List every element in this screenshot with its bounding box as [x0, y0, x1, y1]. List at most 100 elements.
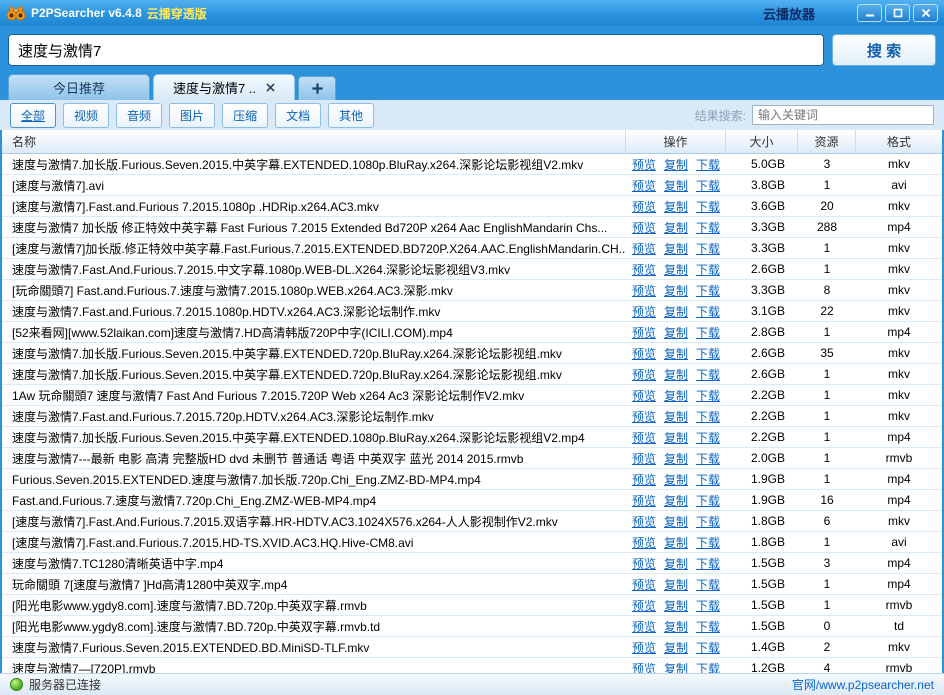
- maximize-button[interactable]: [885, 4, 910, 22]
- preview-link[interactable]: 预览: [632, 618, 656, 635]
- header-actions[interactable]: 操作: [626, 130, 726, 153]
- download-link[interactable]: 下载: [696, 618, 720, 635]
- download-link[interactable]: 下载: [696, 387, 720, 404]
- table-row[interactable]: 速度与激情7.Fast.And.Furious.7.2015.中文字幕.1080…: [2, 259, 942, 280]
- preview-link[interactable]: 预览: [632, 177, 656, 194]
- copy-link[interactable]: 复制: [664, 639, 688, 656]
- download-link[interactable]: 下载: [696, 261, 720, 278]
- filter-video[interactable]: 视频: [63, 103, 109, 128]
- preview-link[interactable]: 预览: [632, 513, 656, 530]
- copy-link[interactable]: 复制: [664, 240, 688, 257]
- minimize-button[interactable]: [857, 4, 882, 22]
- table-row[interactable]: 速度与激情7.加长版.Furious.Seven.2015.中英字幕.EXTEN…: [2, 154, 942, 175]
- download-link[interactable]: 下载: [696, 576, 720, 593]
- table-row[interactable]: 速度与激情7.加长版.Furious.Seven.2015.中英字幕.EXTEN…: [2, 343, 942, 364]
- table-row[interactable]: [速度与激情7].Fast.And.Furious.7.2015.双语字幕.HR…: [2, 511, 942, 532]
- table-row[interactable]: 速度与激情7---最新 电影 高清 完整版HD dvd 未删节 普通话 粤语 中…: [2, 448, 942, 469]
- copy-link[interactable]: 复制: [664, 156, 688, 173]
- preview-link[interactable]: 预览: [632, 429, 656, 446]
- copy-link[interactable]: 复制: [664, 576, 688, 593]
- copy-link[interactable]: 复制: [664, 303, 688, 320]
- download-link[interactable]: 下载: [696, 534, 720, 551]
- preview-link[interactable]: 预览: [632, 240, 656, 257]
- search-button[interactable]: 搜 索: [832, 34, 936, 66]
- copy-link[interactable]: 复制: [664, 345, 688, 362]
- table-row[interactable]: [速度与激情7]加长版.修正特效中英字幕.Fast.Furious.7.2015…: [2, 238, 942, 259]
- table-row[interactable]: [速度与激情7].Fast.and.Furious.7.2015.HD-TS.X…: [2, 532, 942, 553]
- table-row[interactable]: 速度与激情7 加长版 修正特效中英字幕 Fast Furious 7.2015 …: [2, 217, 942, 238]
- table-row[interactable]: 速度与激情7.Furious.Seven.2015.EXTENDED.BD.Mi…: [2, 637, 942, 658]
- copy-link[interactable]: 复制: [664, 198, 688, 215]
- result-search-input[interactable]: [752, 105, 934, 125]
- preview-link[interactable]: 预览: [632, 219, 656, 236]
- tab-close-button[interactable]: [266, 83, 275, 92]
- tab-search-result[interactable]: 速度与激情7 ..: [153, 74, 295, 100]
- download-link[interactable]: 下载: [696, 660, 720, 674]
- header-size[interactable]: 大小: [726, 130, 798, 153]
- download-link[interactable]: 下载: [696, 408, 720, 425]
- preview-link[interactable]: 预览: [632, 282, 656, 299]
- download-link[interactable]: 下载: [696, 513, 720, 530]
- table-row[interactable]: 速度与激情7—[720P].rmvb 预览 复制 下载 1.2GB 4 rmvb: [2, 658, 942, 673]
- download-link[interactable]: 下载: [696, 156, 720, 173]
- copy-link[interactable]: 复制: [664, 177, 688, 194]
- preview-link[interactable]: 预览: [632, 366, 656, 383]
- download-link[interactable]: 下载: [696, 429, 720, 446]
- preview-link[interactable]: 预览: [632, 324, 656, 341]
- table-row[interactable]: [52来看网][www.52laikan.com]速度与激情7.HD高清韩版72…: [2, 322, 942, 343]
- preview-link[interactable]: 预览: [632, 156, 656, 173]
- preview-link[interactable]: 预览: [632, 303, 656, 320]
- table-row[interactable]: [玩命關頭7] Fast.and.Furious.7.速度与激情7.2015.1…: [2, 280, 942, 301]
- copy-link[interactable]: 复制: [664, 429, 688, 446]
- close-button[interactable]: [913, 4, 938, 22]
- copy-link[interactable]: 复制: [664, 219, 688, 236]
- copy-link[interactable]: 复制: [664, 324, 688, 341]
- filter-all[interactable]: 全部: [10, 103, 56, 128]
- preview-link[interactable]: 预览: [632, 555, 656, 572]
- filter-other[interactable]: 其他: [328, 103, 374, 128]
- preview-link[interactable]: 预览: [632, 471, 656, 488]
- table-row[interactable]: 1Aw 玩命關頭7 速度与激情7 Fast And Furious 7.2015…: [2, 385, 942, 406]
- preview-link[interactable]: 预览: [632, 660, 656, 674]
- download-link[interactable]: 下载: [696, 471, 720, 488]
- header-resources[interactable]: 资源: [798, 130, 856, 153]
- filter-archive[interactable]: 压缩: [222, 103, 268, 128]
- copy-link[interactable]: 复制: [664, 555, 688, 572]
- copy-link[interactable]: 复制: [664, 492, 688, 509]
- cloud-player-button[interactable]: 云播放器: [763, 4, 815, 23]
- preview-link[interactable]: 预览: [632, 597, 656, 614]
- copy-link[interactable]: 复制: [664, 282, 688, 299]
- filter-document[interactable]: 文档: [275, 103, 321, 128]
- copy-link[interactable]: 复制: [664, 450, 688, 467]
- table-row[interactable]: 速度与激情7.Fast.and.Furious.7.2015.1080p.HDT…: [2, 301, 942, 322]
- download-link[interactable]: 下载: [696, 198, 720, 215]
- copy-link[interactable]: 复制: [664, 387, 688, 404]
- download-link[interactable]: 下载: [696, 240, 720, 257]
- table-row[interactable]: [阳光电影www.ygdy8.com].速度与激情7.BD.720p.中英双字幕…: [2, 595, 942, 616]
- download-link[interactable]: 下载: [696, 639, 720, 656]
- preview-link[interactable]: 预览: [632, 408, 656, 425]
- copy-link[interactable]: 复制: [664, 618, 688, 635]
- table-row[interactable]: Furious.Seven.2015.EXTENDED.速度与激情7.加长版.7…: [2, 469, 942, 490]
- copy-link[interactable]: 复制: [664, 660, 688, 674]
- copy-link[interactable]: 复制: [664, 513, 688, 530]
- preview-link[interactable]: 预览: [632, 534, 656, 551]
- preview-link[interactable]: 预览: [632, 639, 656, 656]
- download-link[interactable]: 下载: [696, 366, 720, 383]
- preview-link[interactable]: 预览: [632, 387, 656, 404]
- download-link[interactable]: 下载: [696, 219, 720, 236]
- table-row[interactable]: [速度与激情7].Fast.and.Furious 7.2015.1080p .…: [2, 196, 942, 217]
- download-link[interactable]: 下载: [696, 303, 720, 320]
- table-row[interactable]: 速度与激情7.加长版.Furious.Seven.2015.中英字幕.EXTEN…: [2, 427, 942, 448]
- download-link[interactable]: 下载: [696, 450, 720, 467]
- download-link[interactable]: 下载: [696, 492, 720, 509]
- download-link[interactable]: 下载: [696, 597, 720, 614]
- preview-link[interactable]: 预览: [632, 576, 656, 593]
- table-row[interactable]: [速度与激情7].avi 预览 复制 下载 3.8GB 1 avi: [2, 175, 942, 196]
- tab-today-recommend[interactable]: 今日推荐: [8, 74, 150, 100]
- copy-link[interactable]: 复制: [664, 534, 688, 551]
- preview-link[interactable]: 预览: [632, 492, 656, 509]
- preview-link[interactable]: 预览: [632, 198, 656, 215]
- download-link[interactable]: 下载: [696, 324, 720, 341]
- table-row[interactable]: 速度与激情7.Fast.and.Furious.7.2015.720p.HDTV…: [2, 406, 942, 427]
